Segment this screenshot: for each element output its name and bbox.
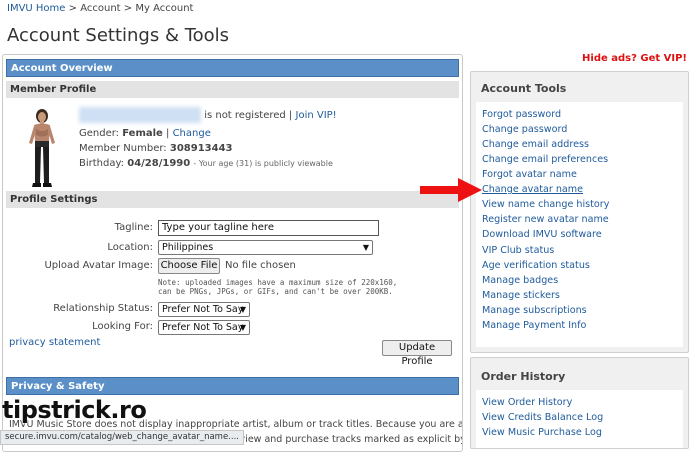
manage-badges-link[interactable]: Manage badges — [482, 275, 558, 286]
relationship-status-select[interactable]: Prefer Not To Say ▼ — [158, 302, 250, 317]
account-overview-panel: Account Overview Member Profile is not r… — [2, 54, 463, 452]
gender-row: Gender: Female | Change — [79, 128, 211, 139]
tagline-input[interactable]: Type your tagline here — [158, 220, 379, 236]
order-history-panel: Order History View Order History View Cr… — [470, 357, 689, 449]
choose-file-button[interactable]: Choose File — [158, 258, 220, 274]
status-bar-url: secure.imvu.com/catalog/web_change_avata… — [0, 430, 244, 445]
vip-club-status-link[interactable]: VIP Club status — [482, 245, 554, 256]
blurred-username — [79, 107, 201, 123]
gender-separator: | — [166, 128, 170, 139]
order-history-list: View Order History View Credits Balance … — [476, 390, 683, 448]
breadcrumb-account: Account — [80, 3, 121, 14]
age-verification-status-link[interactable]: Age verification status — [482, 260, 590, 271]
avatar-image[interactable] — [23, 107, 61, 187]
gender-label: Gender: — [79, 128, 120, 139]
view-music-purchase-log-link[interactable]: View Music Purchase Log — [482, 427, 602, 438]
chevron-down-icon: ▼ — [362, 243, 369, 252]
manage-stickers-link[interactable]: Manage stickers — [482, 290, 560, 301]
manage-payment-info-link[interactable]: Manage Payment Info — [482, 320, 586, 331]
account-overview-header: Account Overview — [6, 59, 459, 77]
birthday-value: 04/28/1990 — [127, 158, 191, 169]
hide-ads-link[interactable]: Hide ads? Get VIP! — [582, 53, 687, 64]
account-tools-panel: Account Tools Forgot password Change pas… — [470, 71, 689, 353]
red-arrow-annotation — [420, 178, 482, 202]
breadcrumb-current: My Account — [135, 3, 194, 14]
member-number-label: Member Number: — [79, 143, 167, 154]
location-value: Philippines — [162, 242, 214, 253]
relationship-status-label: Relationship Status: — [53, 303, 153, 314]
upload-note-line-2: can be PNGs, JPGs, or GIFs, and can't be… — [158, 287, 393, 296]
change-password-link[interactable]: Change password — [482, 124, 567, 135]
account-tools-title: Account Tools — [481, 82, 567, 95]
order-history-title: Order History — [481, 370, 566, 383]
change-email-address-link[interactable]: Change email address — [482, 139, 589, 150]
birthday-label: Birthday: — [79, 158, 125, 169]
no-file-text: No file chosen — [225, 260, 296, 271]
tagline-label: Tagline: — [114, 222, 153, 233]
forgot-avatar-name-link[interactable]: Forgot avatar name — [482, 169, 577, 180]
chevron-down-icon: ▼ — [239, 323, 246, 332]
location-label: Location: — [107, 242, 153, 253]
breadcrumb-separator: > — [68, 3, 78, 14]
looking-for-value: Prefer Not To Say — [162, 322, 244, 333]
privacy-safety-header: Privacy & Safety — [6, 377, 459, 395]
profile-settings-header: Profile Settings — [6, 191, 459, 208]
update-profile-button[interactable]: Update Profile — [382, 340, 452, 367]
looking-for-label: Looking For: — [92, 321, 153, 332]
breadcrumb: IMVU Home > Account > My Account — [7, 3, 193, 14]
join-vip-link[interactable]: Join VIP! — [296, 110, 337, 121]
watermark-logo: tipstrick.ro — [2, 396, 147, 424]
username-row: is not registered | Join VIP! — [79, 107, 337, 123]
member-number-value: 308913443 — [169, 143, 233, 154]
looking-for-select[interactable]: Prefer Not To Say ▼ — [158, 320, 250, 335]
view-name-change-history-link[interactable]: View name change history — [482, 199, 609, 210]
breadcrumb-home-link[interactable]: IMVU Home — [7, 3, 65, 14]
register-new-avatar-name-link[interactable]: Register new avatar name — [482, 214, 609, 225]
age-note: - Your age (31) is publicly viewable — [193, 159, 333, 168]
forgot-password-link[interactable]: Forgot password — [482, 109, 561, 120]
music-store-text-line-2: to view and purchase tracks marked as ex… — [227, 434, 463, 445]
upload-note-line-1: Note: uploaded images have a maximum siz… — [158, 278, 398, 287]
gender-value: Female — [122, 128, 163, 139]
change-email-preferences-link[interactable]: Change email preferences — [482, 154, 608, 165]
relationship-status-value: Prefer Not To Say — [162, 304, 244, 315]
download-imvu-software-link[interactable]: Download IMVU software — [482, 229, 602, 240]
member-number-row: Member Number: 308913443 — [79, 143, 233, 154]
privacy-statement-link[interactable]: privacy statement — [9, 337, 100, 348]
not-registered-text: is not registered | — [204, 110, 293, 121]
account-tools-list: Forgot password Change password Change e… — [476, 102, 683, 347]
view-order-history-link[interactable]: View Order History — [482, 397, 572, 408]
birthday-row: Birthday: 04/28/1990 - Your age (31) is … — [79, 158, 333, 169]
member-profile-header: Member Profile — [6, 81, 459, 98]
location-select[interactable]: Philippines ▼ — [158, 240, 373, 255]
change-gender-link[interactable]: Change — [173, 128, 211, 139]
chevron-down-icon: ▼ — [239, 305, 246, 314]
change-avatar-name-link[interactable]: Change avatar name — [482, 184, 583, 195]
breadcrumb-separator: > — [123, 3, 133, 14]
upload-avatar-label: Upload Avatar Image: — [44, 260, 153, 271]
page-title: Account Settings & Tools — [7, 25, 230, 46]
view-credits-balance-log-link[interactable]: View Credits Balance Log — [482, 412, 603, 423]
manage-subscriptions-link[interactable]: Manage subscriptions — [482, 305, 587, 316]
